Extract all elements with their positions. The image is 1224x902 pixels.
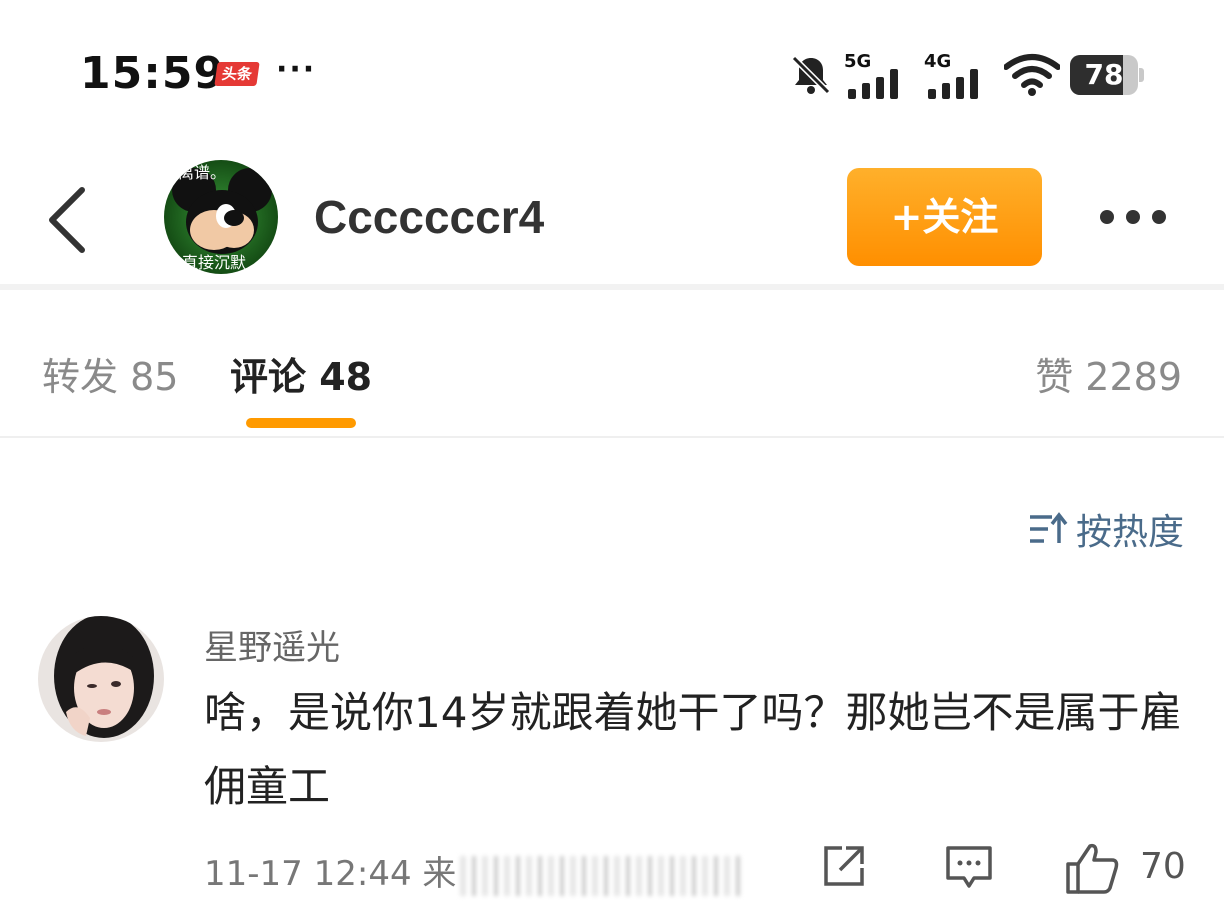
share-icon[interactable]: [820, 842, 868, 894]
comment-meta: 11-17 12:44 来: [204, 846, 741, 896]
author-avatar[interactable]: 离谱。 直接沉默: [164, 160, 278, 274]
sort-by-heat-button[interactable]: 按热度: [1028, 503, 1184, 555]
profile-header: 离谱。 直接沉默 Cccccccr4 +关注: [0, 140, 1224, 290]
tab-comment[interactable]: 评论 48: [230, 346, 372, 401]
battery-icon: 78: [1070, 55, 1144, 95]
more-options-icon[interactable]: [1094, 195, 1174, 235]
follow-button[interactable]: +关注: [847, 168, 1042, 266]
tab-like[interactable]: 赞 2289: [1035, 346, 1182, 401]
toutiao-badge-icon: 头条: [214, 62, 260, 86]
commenter-username[interactable]: 星野遥光: [204, 620, 340, 669]
like-count: 70: [1140, 846, 1186, 887]
status-icons: 5G 4G 78: [788, 50, 1144, 100]
comment-timestamp: 11-17 12:44 来: [204, 854, 457, 894]
commenter-avatar[interactable]: [38, 616, 164, 742]
comment-text: 啥，是说你14岁就跟着她干了吗？那她岂不是属于雇佣童工: [204, 688, 1182, 811]
status-bar: 15:59 头条 ··· 5G 4G 78: [0, 0, 1224, 140]
signal-5g-icon: 5G: [844, 51, 914, 99]
mute-bell-icon: [788, 52, 834, 98]
reply-comment-icon[interactable]: [944, 842, 994, 896]
battery-level-text: 78: [1084, 58, 1124, 91]
notification-more-icon: ···: [276, 52, 317, 87]
comment-item: 星野遥光 啥，是说你14岁就跟着她干了吗？那她岂不是属于雇佣童工 11-17 1…: [0, 610, 1224, 902]
sort-label: 按热度: [1075, 512, 1184, 553]
wifi-icon: [1004, 53, 1060, 97]
interaction-tabs: 转发 85 评论 48 赞 2289: [0, 296, 1224, 438]
back-button[interactable]: [38, 180, 98, 260]
thumbs-up-icon[interactable]: [1064, 842, 1120, 898]
redacted-source: [460, 855, 741, 896]
chevron-left-icon: [49, 187, 85, 253]
active-tab-indicator: [246, 418, 356, 428]
signal-4g-icon: 4G: [924, 51, 994, 99]
status-time: 15:59: [80, 48, 226, 99]
avatar-text-top: 离谱。: [178, 163, 226, 182]
avatar-text-bottom: 直接沉默: [182, 253, 246, 272]
author-username[interactable]: Cccccccr4: [314, 190, 544, 244]
tab-repost[interactable]: 转发 85: [42, 346, 178, 401]
sort-icon: [1029, 512, 1068, 543]
